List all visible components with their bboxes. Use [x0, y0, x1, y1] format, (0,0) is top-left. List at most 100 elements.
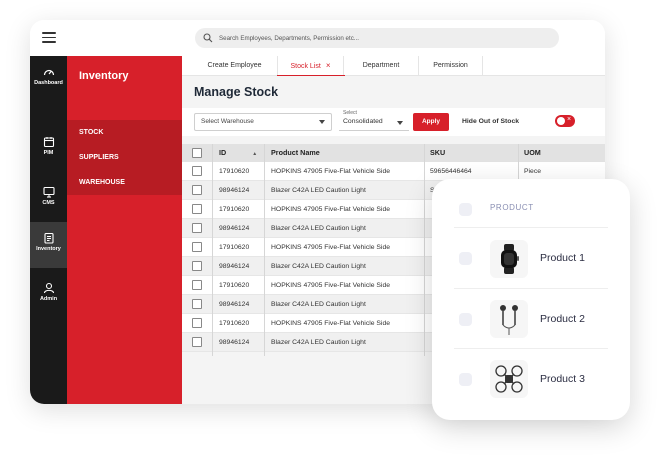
- sidebar-item-warehouse[interactable]: WAREHOUSE: [67, 170, 182, 195]
- search-bar[interactable]: Search Employees, Departments, Permissio…: [195, 28, 559, 48]
- chevron-down-icon: [319, 120, 325, 124]
- cell-product-name: HOPKINS 47905 Five-Flat Vehicle Side: [271, 282, 391, 289]
- row-checkbox[interactable]: [192, 204, 202, 214]
- nav-label: PIM: [43, 150, 54, 156]
- chevron-down-icon: [397, 121, 403, 125]
- cell-product-name: Blazer C42A LED Caution Light: [271, 263, 366, 270]
- nav-cms[interactable]: CMS: [30, 186, 67, 216]
- column-header-uom[interactable]: UOM: [524, 144, 541, 162]
- warehouse-select[interactable]: Select Warehouse: [194, 113, 332, 131]
- apply-button[interactable]: Apply: [413, 113, 449, 131]
- product-select-all-checkbox[interactable]: [459, 203, 472, 216]
- product-name: Product 3: [540, 373, 585, 385]
- product-card-header: PRODUCT: [490, 203, 534, 212]
- row-checkbox[interactable]: [192, 318, 202, 328]
- nav-label: Inventory: [36, 246, 61, 252]
- earphones-icon: [500, 305, 518, 335]
- row-checkbox[interactable]: [192, 280, 202, 290]
- active-tab-underline: [277, 75, 345, 76]
- product-name: Product 2: [540, 313, 585, 325]
- filter-bar: Select Warehouse Select Consolidated App…: [182, 108, 605, 136]
- icon-sidebar: Dashboard PIM CMS Inventory Admin: [30, 56, 67, 404]
- cell-id: 98946124: [219, 339, 250, 346]
- row-checkbox[interactable]: [192, 242, 202, 252]
- tab-permission[interactable]: Permission: [419, 56, 483, 76]
- product-checkbox[interactable]: [459, 373, 472, 386]
- toggle-off-icon: ×: [567, 116, 572, 123]
- column-label: ID: [219, 148, 227, 157]
- smartwatch-icon: [501, 244, 519, 274]
- menu-icon[interactable]: [42, 32, 56, 43]
- cell-id: 17910620: [219, 206, 250, 213]
- row-checkbox[interactable]: [192, 299, 202, 309]
- user-icon: [43, 282, 54, 294]
- divider: [454, 288, 608, 289]
- cell-id: 17910620: [219, 168, 250, 175]
- module-sidebar: Inventory STOCK SUPPLIERS WAREHOUSE: [67, 56, 182, 404]
- select-all-checkbox[interactable]: [192, 148, 202, 158]
- warehouse-select-value: Select Warehouse: [201, 118, 254, 125]
- cell-product-name: Blazer C42A LED Caution Light: [271, 225, 366, 232]
- consolidated-select-label: Select: [343, 110, 357, 116]
- hide-out-of-stock-toggle[interactable]: ×: [555, 115, 575, 127]
- tab-department[interactable]: Department: [344, 56, 419, 76]
- column-header-sku[interactable]: SKU: [430, 144, 445, 162]
- nav-admin[interactable]: Admin: [30, 282, 67, 312]
- column-header-id[interactable]: ID ▲: [219, 144, 257, 162]
- column-header-product-name[interactable]: Product Name: [271, 144, 320, 162]
- cell-id: 98946124: [219, 225, 250, 232]
- nav-label: Dashboard: [34, 80, 63, 86]
- cell-product-name: Blazer C42A LED Caution Light: [271, 339, 366, 346]
- monitor-icon: [42, 186, 55, 198]
- search-icon: [203, 33, 213, 43]
- sort-icon[interactable]: ▲: [252, 151, 257, 157]
- cell-id: 98946124: [219, 263, 250, 270]
- tab-label: Department: [362, 62, 400, 69]
- product-checkbox[interactable]: [459, 252, 472, 265]
- gauge-icon: [43, 69, 54, 76]
- row-checkbox[interactable]: [192, 166, 202, 176]
- tab-label: Stock List: [290, 63, 321, 70]
- column-divider: [424, 144, 425, 356]
- tab-stock-list[interactable]: Stock List ×: [278, 56, 344, 76]
- cell-id: 17910620: [219, 282, 250, 289]
- nav-label: CMS: [42, 200, 55, 206]
- nav-inventory[interactable]: Inventory: [30, 222, 67, 268]
- page-title: Manage Stock: [194, 85, 279, 99]
- product-thumbnail: [490, 300, 528, 338]
- divider: [454, 227, 608, 228]
- table-header: ID ▲ Product Name SKU UOM: [182, 144, 605, 162]
- divider: [454, 348, 608, 349]
- cell-product-name: HOPKINS 47905 Five-Flat Vehicle Side: [271, 244, 391, 251]
- cell-product-name: HOPKINS 47905 Five-Flat Vehicle Side: [271, 168, 391, 175]
- cell-id: 17910620: [219, 244, 250, 251]
- sidebar-item-suppliers[interactable]: SUPPLIERS: [67, 145, 182, 170]
- consolidated-select-value: Consolidated: [343, 118, 383, 125]
- module-title: Inventory: [79, 70, 129, 82]
- row-checkbox[interactable]: [192, 261, 202, 271]
- close-icon[interactable]: ×: [326, 61, 331, 70]
- sidebar-item-stock[interactable]: STOCK: [67, 120, 182, 145]
- nav-pim[interactable]: PIM: [30, 136, 67, 166]
- cell-product-name: Blazer C42A LED Caution Light: [271, 187, 366, 194]
- cell-product-name: Blazer C42A LED Caution Light: [271, 301, 366, 308]
- product-checkbox[interactable]: [459, 313, 472, 326]
- column-divider: [264, 144, 265, 356]
- nav-dashboard[interactable]: Dashboard: [30, 66, 67, 96]
- drone-icon: [495, 365, 523, 393]
- product-thumbnail: [490, 240, 528, 278]
- tab-label: Permission: [433, 62, 468, 69]
- row-checkbox[interactable]: [192, 185, 202, 195]
- cell-product-name: HOPKINS 47905 Five-Flat Vehicle Side: [271, 206, 391, 213]
- product-card: PRODUCT Product 1 Product 2 Product 3: [432, 179, 630, 420]
- cell-id: 98946124: [219, 301, 250, 308]
- consolidated-select[interactable]: Select Consolidated: [339, 110, 409, 131]
- product-name: Product 1: [540, 252, 585, 264]
- tab-create-employee[interactable]: Create Employee: [192, 56, 278, 76]
- cell-id: 98946124: [219, 187, 250, 194]
- cell-product-name: HOPKINS 47905 Five-Flat Vehicle Side: [271, 320, 391, 327]
- row-checkbox[interactable]: [192, 337, 202, 347]
- row-checkbox[interactable]: [192, 223, 202, 233]
- search-input[interactable]: Search Employees, Departments, Permissio…: [219, 35, 359, 42]
- tab-bar: Create Employee Stock List × Department P…: [182, 56, 605, 76]
